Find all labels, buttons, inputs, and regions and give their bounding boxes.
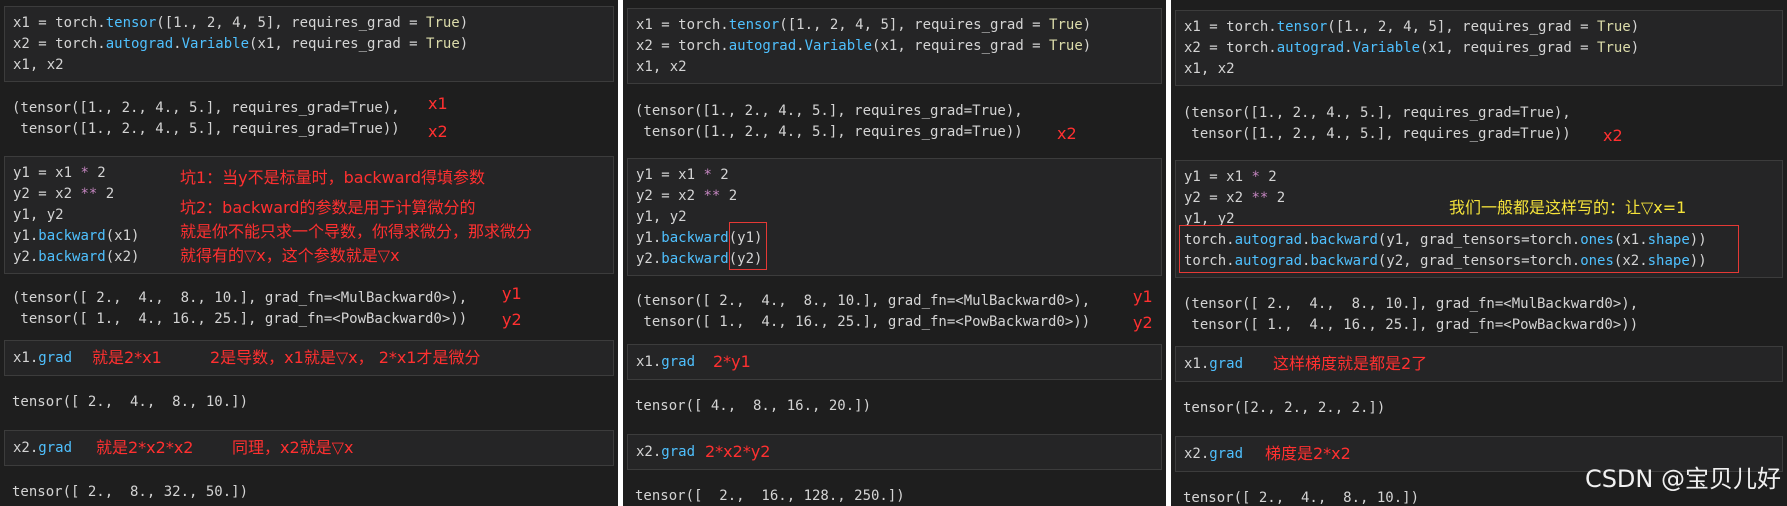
code-line: x2.grad xyxy=(13,440,73,456)
annotation-y1: y1 xyxy=(1133,287,1153,306)
output-line: tensor([1., 2., 4., 5.], requires_grad=T… xyxy=(1183,126,1571,142)
output-line: (tensor([1., 2., 4., 5.], requires_grad=… xyxy=(635,103,1023,119)
annotation-grad-x2: 就是2*x2*x2 xyxy=(96,438,194,457)
screenshot-collage: x1 = torch.tensor([1., 2, 4, 5], require… xyxy=(0,0,1787,506)
annotation-grad-x2-explain: 同理，x2就是▽x xyxy=(232,438,354,457)
annotation-grad-x1: 就是2*x1 xyxy=(92,348,162,367)
code-cell-3[interactable]: x1.grad xyxy=(627,344,1162,380)
code-cell-1[interactable]: x1 = torch.tensor([1., 2, 4, 5], require… xyxy=(627,8,1162,84)
code-line: y1 = x1 * 2 xyxy=(636,167,729,183)
code-line: y2.backward(x2) xyxy=(13,249,140,265)
code-line: x1.grad xyxy=(1184,356,1244,372)
output-line: tensor([ 2., 16., 128., 250.]) xyxy=(635,488,905,504)
annotation-pitfall-2-detail: 就是你不能只求一个导数，你得求微分，那求微分 xyxy=(180,222,533,241)
code-line: x2 = torch.autograd.Variable(x1, require… xyxy=(636,38,1092,54)
annotation-grad-x1: 这样梯度就是都是2了 xyxy=(1273,354,1428,373)
annotation-y2: y2 xyxy=(1133,313,1153,332)
notebook-panel-3: x1 = torch.tensor([1., 2, 4, 5], require… xyxy=(1171,0,1787,506)
code-cell-2[interactable]: y1 = x1 * 2 y2 = x2 ** 2 y1, y2 y1.backw… xyxy=(627,158,1162,276)
annotation-x2: x2 xyxy=(428,122,448,141)
output-line: tensor([ 1., 4., 16., 25.], grad_fn=<Pow… xyxy=(12,311,468,327)
annotation-x2: x2 xyxy=(1603,126,1623,145)
annotation-usual-way: 我们一般都是这样写的：让▽x=1 xyxy=(1449,198,1687,217)
code-line: y1.backward(x1) xyxy=(13,228,140,244)
output-line: (tensor([ 2., 4., 8., 10.], grad_fn=<Mul… xyxy=(12,290,468,306)
code-cell-3[interactable]: x1.grad xyxy=(1175,346,1783,382)
annotation-y1: y1 xyxy=(502,284,522,303)
output-line: tensor([ 1., 4., 16., 25.], grad_fn=<Pow… xyxy=(1183,317,1639,333)
code-line: y2 = x2 ** 2 xyxy=(13,186,115,202)
code-line: y1, y2 xyxy=(13,207,64,223)
code-line: x2.grad xyxy=(636,444,696,460)
annotation-pitfall-1: 坑1：当y不是标量时，backward得填参数 xyxy=(180,168,486,187)
code-line: y1 = x1 * 2 xyxy=(13,165,106,181)
code-line: x2 = torch.autograd.Variable(x1, require… xyxy=(13,36,469,52)
code-cell-1[interactable]: x1 = torch.tensor([1., 2, 4, 5], require… xyxy=(4,6,614,82)
code-line: x1.grad xyxy=(13,350,73,366)
notebook-panel-2: x1 = torch.tensor([1., 2, 4, 5], require… xyxy=(623,0,1166,506)
output-line: tensor([ 1., 4., 16., 25.], grad_fn=<Pow… xyxy=(635,314,1091,330)
code-line: x1, x2 xyxy=(1184,61,1235,77)
highlight-box xyxy=(729,222,767,270)
code-line: x2.grad xyxy=(1184,446,1244,462)
code-line: x1, x2 xyxy=(636,59,687,75)
code-line: x1 = torch.tensor([1., 2, 4, 5], require… xyxy=(1184,19,1640,35)
output-line: tensor([ 2., 4., 8., 10.]) xyxy=(1183,490,1420,506)
code-line: x1 = torch.tensor([1., 2, 4, 5], require… xyxy=(636,17,1092,33)
annotation-pitfall-2-detail: 就得有的▽x，这个参数就是▽x xyxy=(180,246,400,265)
output-line: tensor([1., 2., 4., 5.], requires_grad=T… xyxy=(635,124,1023,140)
code-line: x1, x2 xyxy=(13,57,64,73)
code-cell-1[interactable]: x1 = torch.tensor([1., 2, 4, 5], require… xyxy=(1175,10,1783,86)
code-line: y1, y2 xyxy=(636,209,687,225)
output-line: tensor([ 2., 4., 8., 10.]) xyxy=(12,394,249,410)
csdn-watermark: CSDN @宝贝儿好 xyxy=(1584,465,1781,493)
annotation-pitfall-2: 坑2：backward的参数是用于计算微分的 xyxy=(180,198,476,217)
code-line: y2 = x2 ** 2 xyxy=(636,188,738,204)
code-line: x2 = torch.autograd.Variable(x1, require… xyxy=(1184,40,1640,56)
annotation-grad-x1-explain: 2是导数，x1就是▽x， 2*x1才是微分 xyxy=(210,348,481,367)
notebook-panel-1: x1 = torch.tensor([1., 2, 4, 5], require… xyxy=(0,0,618,506)
code-line: x1 = torch.tensor([1., 2, 4, 5], require… xyxy=(13,15,469,31)
output-line: tensor([ 4., 8., 16., 20.]) xyxy=(635,398,872,414)
code-line: y1 = x1 * 2 xyxy=(1184,169,1277,185)
output-line: (tensor([ 2., 4., 8., 10.], grad_fn=<Mul… xyxy=(1183,296,1639,312)
output-line: (tensor([1., 2., 4., 5.], requires_grad=… xyxy=(12,100,400,116)
annotation-grad-x1: 2*y1 xyxy=(713,352,751,371)
annotation-grad-x2: 梯度是2*x2 xyxy=(1265,444,1351,463)
output-line: tensor([2., 2., 2., 2.]) xyxy=(1183,400,1386,416)
annotation-grad-x2: 2*x2*y2 xyxy=(705,442,771,461)
output-line: tensor([1., 2., 4., 5.], requires_grad=T… xyxy=(12,121,400,137)
annotation-y2: y2 xyxy=(502,310,522,329)
code-line: y2 = x2 ** 2 xyxy=(1184,190,1286,206)
output-line: (tensor([1., 2., 4., 5.], requires_grad=… xyxy=(1183,105,1571,121)
highlight-box xyxy=(1179,225,1739,273)
annotation-x2: x2 xyxy=(1057,124,1077,143)
annotation-x1: x1 xyxy=(428,94,448,113)
output-line: tensor([ 2., 8., 32., 50.]) xyxy=(12,484,249,500)
code-line: x1.grad xyxy=(636,354,696,370)
output-line: (tensor([ 2., 4., 8., 10.], grad_fn=<Mul… xyxy=(635,293,1091,309)
